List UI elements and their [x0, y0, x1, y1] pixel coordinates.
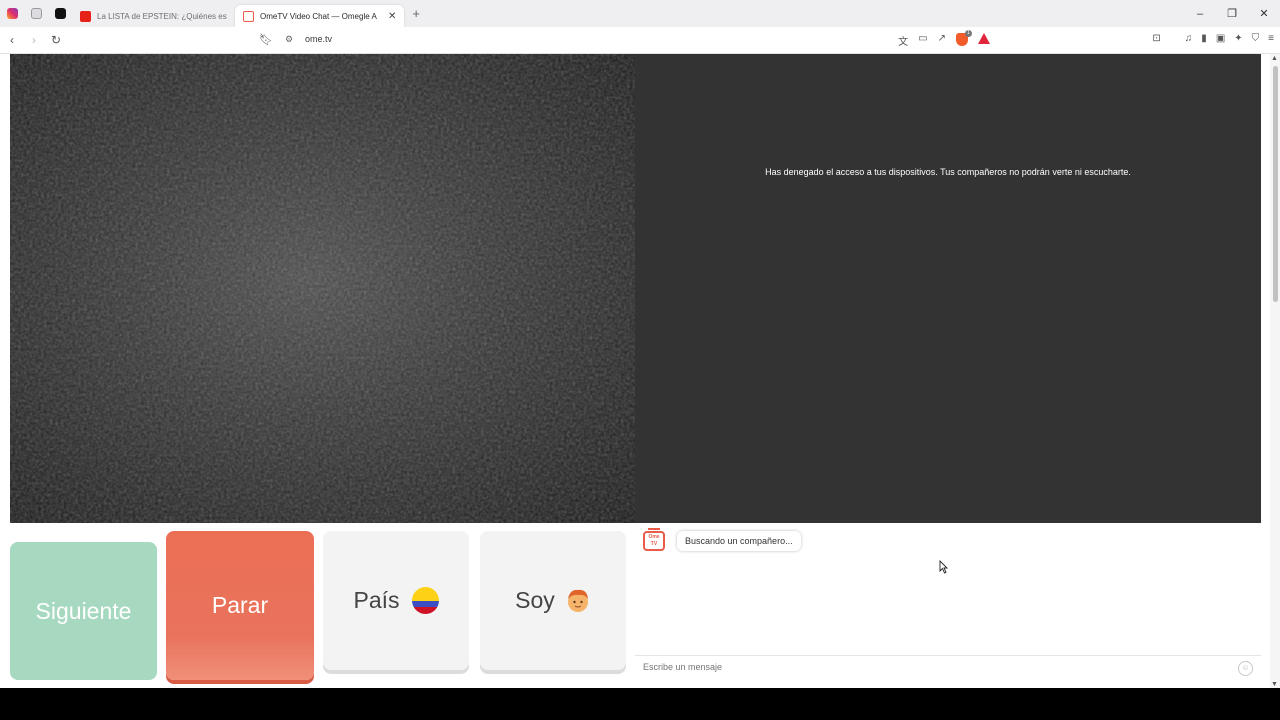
forward-icon[interactable]: › [24, 33, 44, 47]
next-button-label: Siguiente [35, 597, 132, 624]
scroll-down-icon[interactable]: ▼ [1271, 681, 1278, 688]
gender-button[interactable]: Soy [480, 531, 626, 670]
tab-strip: La LISTA de EPSTEIN: ¿Quiénes están OmeT… [0, 0, 1280, 27]
window-controls: – ❐ ✕ [1184, 0, 1280, 27]
page-content: Has denegado el acceso a tus dispositivo… [0, 54, 1270, 688]
tab-youtube[interactable]: La LISTA de EPSTEIN: ¿Quiénes están [72, 5, 235, 27]
youtube-icon [80, 10, 91, 22]
pinned-tab-app[interactable] [24, 0, 48, 27]
pinned-tab-instagram[interactable] [0, 0, 24, 27]
leo-ai-icon[interactable]: ✦ [1234, 33, 1242, 44]
translate-icon[interactable]: 文 [898, 33, 908, 48]
ometv-favicon-icon [243, 10, 254, 22]
share-icon[interactable]: ↗ [938, 33, 946, 48]
next-button[interactable]: Siguiente [10, 542, 157, 680]
new-tab-button[interactable]: + [412, 6, 420, 21]
mouse-cursor-icon [939, 560, 948, 574]
app-icon [30, 8, 42, 19]
reload-icon[interactable]: ↻ [46, 33, 66, 47]
instagram-icon [6, 8, 18, 19]
pinned-tab-tiktok[interactable] [48, 0, 72, 27]
brave-shield-icon[interactable]: 1 [956, 30, 972, 46]
cast-icon[interactable]: ▭ [918, 33, 927, 48]
bookmark-icon[interactable]: 🔖︎ [259, 33, 273, 46]
country-button[interactable]: País [323, 531, 469, 670]
tab-title: OmeTV Video Chat — Omegle A [260, 11, 377, 21]
country-button-label: País [353, 587, 400, 613]
vpn-icon[interactable]: ⛉ [1252, 33, 1260, 44]
brave-rewards-icon[interactable] [978, 33, 990, 44]
media-icon[interactable]: ♫ [1185, 33, 1193, 44]
sidebar-icon[interactable]: ▮ [1201, 33, 1207, 44]
boy-emoji-icon [567, 589, 588, 612]
message-input[interactable] [643, 662, 1223, 672]
back-icon[interactable]: ‹ [2, 33, 22, 47]
restore-icon[interactable]: ❐ [1216, 7, 1248, 20]
toolbar-extensions: ⊡ ♫ ▮ ▣ ✦ ⛉ ≡ [1152, 33, 1274, 44]
close-tab-icon[interactable]: ✕ [388, 11, 396, 22]
video-noise [10, 54, 635, 523]
tab-ometv[interactable]: OmeTV Video Chat — Omegle A ✕ [235, 5, 405, 27]
tiktok-icon [54, 8, 66, 19]
minimize-icon[interactable]: – [1184, 8, 1216, 20]
scroll-up-icon[interactable]: ▲ [1271, 55, 1278, 62]
ometv-logo: Ome TV [643, 528, 665, 551]
message-bar: ☺ [635, 655, 1261, 681]
device-denied-message: Has denegado el acceso a tus dispositivo… [765, 166, 1131, 177]
colombia-flag-icon [411, 587, 439, 614]
stop-button[interactable]: Parar [166, 531, 314, 680]
tab-title: La LISTA de EPSTEIN: ¿Quiénes están [97, 11, 227, 21]
status-message: Buscando un compañero... [677, 531, 801, 551]
stop-button-label: Parar [211, 592, 269, 618]
address-actions: 文 ▭ ↗ 1 [898, 30, 990, 48]
wallet-icon[interactable]: ▣ [1216, 33, 1225, 44]
emoji-icon[interactable]: ☺ [1238, 661, 1253, 676]
site-settings-icon[interactable]: ⚙ [285, 34, 293, 45]
tab-search-icon[interactable]: ⊡ [1152, 33, 1160, 44]
own-video-panel: Has denegado el acceso a tus dispositivo… [635, 54, 1261, 523]
shield-count: 1 [965, 30, 972, 37]
chat-panel: Ome TV Buscando un compañero... ☺ [635, 523, 1261, 681]
partner-video-static [10, 54, 635, 523]
close-window-icon[interactable]: ✕ [1248, 7, 1280, 20]
control-buttons: Siguiente Parar País Soy [10, 531, 630, 681]
page-scrollbar[interactable]: ▲ ▼ [1270, 54, 1280, 688]
address-bar[interactable]: ome.tv [305, 34, 332, 44]
scrollbar-thumb[interactable] [1273, 66, 1278, 302]
browser-toolbar: ‹ › ↻ 🔖︎ ⚙ ome.tv 文 ▭ ↗ 1 ⊡ ♫ ▮ ▣ ✦ ⛉ ≡ [0, 27, 1280, 54]
menu-icon[interactable]: ≡ [1268, 33, 1274, 44]
gender-button-label: Soy [515, 587, 555, 613]
